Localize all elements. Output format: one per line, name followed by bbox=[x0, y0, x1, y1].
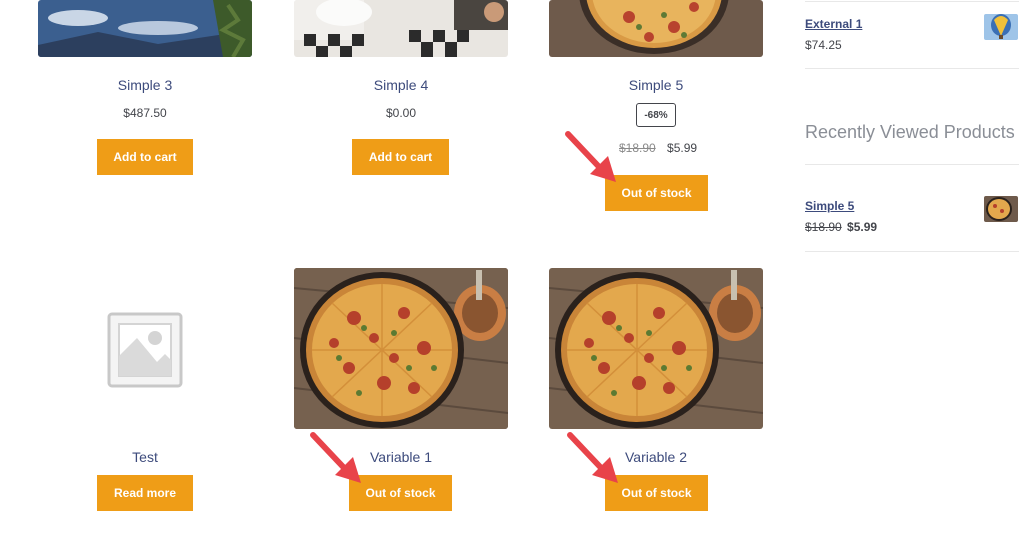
product-price-simple-5: $18.90 $5.99 bbox=[619, 141, 697, 155]
read-more-button-test[interactable]: Read more bbox=[97, 475, 193, 511]
mountain-sky-image bbox=[38, 0, 252, 57]
out-of-stock-button-simple-5[interactable]: Out of stock bbox=[605, 175, 708, 211]
hot-air-balloon-image bbox=[984, 14, 1018, 40]
recently-viewed-price: $18.90 $5.99 bbox=[805, 220, 877, 234]
product-image-variable-2[interactable] bbox=[549, 268, 763, 429]
recently-viewed-link-simple-5[interactable]: Simple 5 bbox=[805, 199, 854, 213]
product-image-simple-4[interactable] bbox=[294, 0, 508, 57]
product-title-simple-5[interactable]: Simple 5 bbox=[549, 77, 763, 93]
old-price: $18.90 bbox=[619, 141, 656, 155]
checkered-fabric-image bbox=[294, 0, 508, 57]
annotation-arrow-icon bbox=[310, 432, 361, 483]
image-placeholder-icon bbox=[107, 312, 183, 388]
sale-price: $5.99 bbox=[847, 220, 878, 234]
product-title-simple-3[interactable]: Simple 3 bbox=[38, 77, 252, 93]
pizza-image bbox=[984, 196, 1018, 222]
pizza-image bbox=[549, 0, 763, 57]
sidebar-product-link-external-1[interactable]: External 1 bbox=[805, 17, 862, 31]
sidebar-divider bbox=[805, 164, 1019, 165]
recently-viewed-thumbnail[interactable] bbox=[984, 196, 1018, 222]
sale-badge: -68% bbox=[636, 103, 676, 127]
sidebar-divider bbox=[805, 1, 1019, 2]
product-title-simple-4[interactable]: Simple 4 bbox=[294, 77, 508, 93]
sidebar-product-price: $74.25 bbox=[805, 38, 842, 52]
placeholder-image-test[interactable] bbox=[105, 310, 185, 390]
sale-price: $5.99 bbox=[667, 141, 698, 155]
product-image-variable-1[interactable] bbox=[294, 268, 508, 429]
annotation-arrow-icon bbox=[565, 131, 616, 182]
sidebar-divider bbox=[805, 68, 1019, 69]
pizza-image bbox=[294, 268, 508, 429]
pizza-image bbox=[549, 268, 763, 429]
product-title-test[interactable]: Test bbox=[38, 449, 252, 465]
product-image-simple-5[interactable] bbox=[549, 0, 763, 57]
recently-viewed-heading: Recently Viewed Products bbox=[805, 122, 1015, 142]
product-price-simple-4: $0.00 bbox=[385, 106, 417, 120]
product-image-simple-3[interactable] bbox=[38, 0, 252, 57]
sidebar-product-thumbnail[interactable] bbox=[984, 14, 1018, 40]
add-to-cart-button-simple-3[interactable]: Add to cart bbox=[97, 139, 193, 175]
annotation-arrow-icon bbox=[567, 432, 618, 483]
sidebar-divider bbox=[805, 251, 1019, 252]
product-price-simple-3: $487.50 bbox=[123, 106, 167, 120]
old-price: $18.90 bbox=[805, 220, 842, 234]
add-to-cart-button-simple-4[interactable]: Add to cart bbox=[352, 139, 449, 175]
